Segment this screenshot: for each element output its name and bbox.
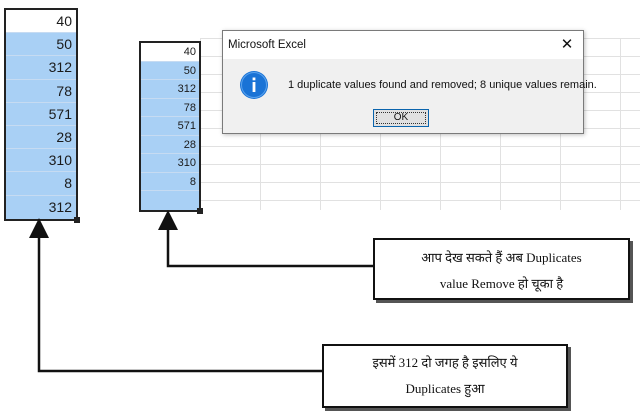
annotation-arrows xyxy=(29,210,373,373)
arrow-to-deduplicated xyxy=(158,210,373,268)
arrow-to-original xyxy=(29,218,322,373)
